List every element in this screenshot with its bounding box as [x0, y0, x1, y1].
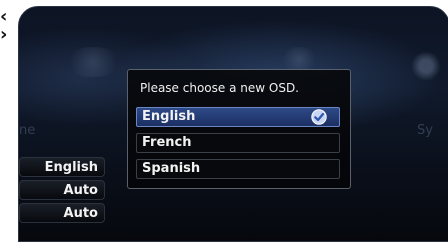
partial-glyph-icon: ‹ ›: [0, 6, 8, 45]
dialog-title: Please choose a new OSD.: [140, 81, 299, 95]
auto-value-button[interactable]: Auto: [19, 180, 105, 200]
background-menu-icon: [279, 47, 319, 71]
language-value-button[interactable]: English: [19, 157, 105, 177]
background-menu-label: Sy: [417, 123, 433, 138]
background-menu-label: ne: [19, 123, 36, 138]
osd-language-dialog: Please choose a new OSD. English French …: [127, 69, 351, 189]
option-english[interactable]: English: [136, 107, 340, 127]
settings-value-list: English Auto Auto: [19, 157, 105, 226]
option-label: French: [142, 135, 192, 150]
checkmark-icon: [311, 109, 327, 125]
option-french[interactable]: French: [136, 133, 340, 153]
option-spanish[interactable]: Spanish: [136, 159, 340, 179]
settings-gear-icon: [411, 51, 441, 81]
option-label: Spanish: [142, 161, 201, 176]
background-menu-icon: [63, 47, 123, 77]
tv-screen: ne Sy English Auto Auto Please choose a …: [18, 6, 448, 242]
auto-value-button[interactable]: Auto: [19, 203, 105, 223]
option-label: English: [142, 109, 196, 124]
